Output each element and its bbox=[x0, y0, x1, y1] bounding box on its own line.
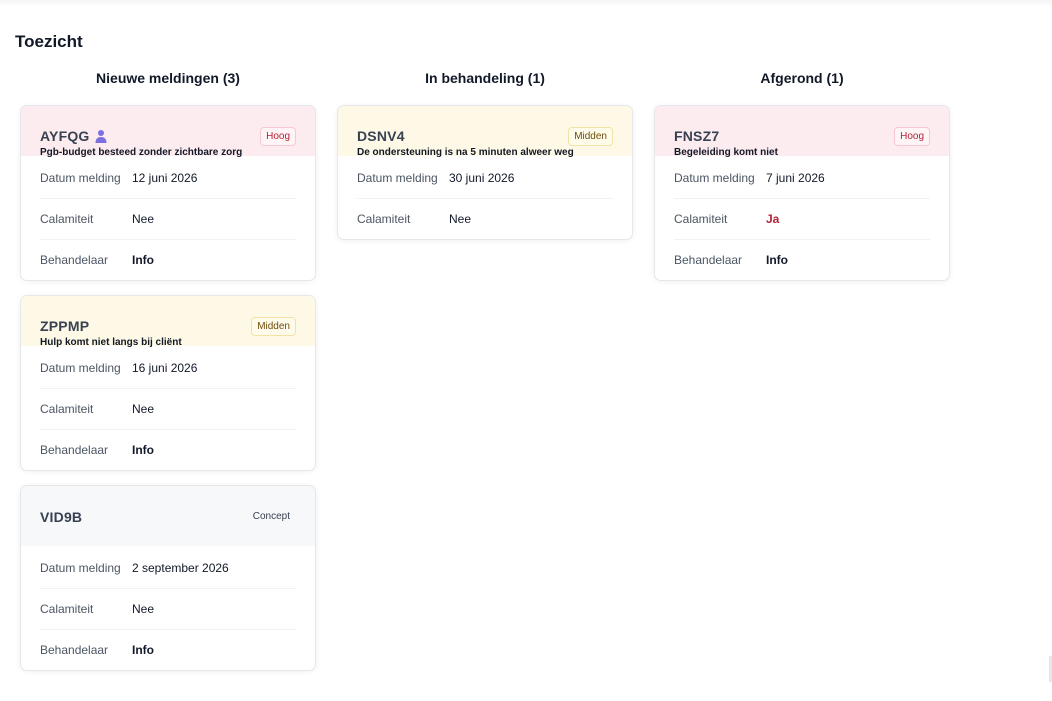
field-label: Calamiteit bbox=[674, 212, 728, 226]
column-afgerond: Afgerond (1) FNSZ7 Begeleiding komt niet… bbox=[654, 68, 950, 295]
card-title: Pgb-budget besteed zonder zichtbare zorg bbox=[40, 147, 243, 158]
field-calamiteit: Calamiteit Ja bbox=[674, 199, 930, 240]
card-header: AYFQG Pgb-budget besteed zonder zichtbar… bbox=[21, 106, 315, 158]
field-behandelaar: Behandelaar Info bbox=[40, 630, 296, 670]
field-behandelaar: Behandelaar Info bbox=[674, 240, 930, 280]
column-in-behandeling: In behandeling (1) DSNV4 De ondersteunin… bbox=[337, 68, 633, 254]
column-nieuwe-meldingen: Nieuwe meldingen (3) AYFQG Pgb-budget be… bbox=[20, 68, 316, 685]
field-value: 2 september 2026 bbox=[132, 561, 229, 575]
field-value: 16 juni 2026 bbox=[132, 361, 198, 375]
field-label: Calamiteit bbox=[40, 212, 94, 226]
priority-badge: Midden bbox=[251, 317, 296, 336]
field-value: Nee bbox=[132, 212, 155, 226]
field-value: Info bbox=[132, 443, 154, 457]
field-datum-melding: Datum melding 12 juni 2026 bbox=[40, 158, 296, 199]
card-code: ZPPMP bbox=[40, 318, 90, 334]
priority-badge: Hoog bbox=[260, 127, 296, 146]
field-calamiteit: Calamiteit Nee bbox=[40, 589, 296, 630]
field-value: Info bbox=[766, 253, 788, 267]
field-label: Datum melding bbox=[674, 171, 755, 185]
status-badge: Concept bbox=[252, 511, 290, 522]
field-value: Info bbox=[132, 253, 154, 267]
field-calamiteit: Calamiteit Nee bbox=[40, 199, 296, 240]
person-icon bbox=[95, 129, 107, 143]
field-label: Datum melding bbox=[40, 561, 121, 575]
field-value: 12 juni 2026 bbox=[132, 171, 198, 185]
card-header: FNSZ7 Begeleiding komt niet Hoog bbox=[655, 106, 949, 158]
priority-badge: Midden bbox=[568, 127, 613, 146]
field-datum-melding: Datum melding 2 september 2026 bbox=[40, 548, 296, 589]
card-title: De ondersteuning is na 5 minuten alweer … bbox=[357, 147, 574, 158]
field-value: 30 juni 2026 bbox=[449, 171, 515, 185]
column-header: In behandeling (1) bbox=[425, 70, 545, 86]
field-datum-melding: Datum melding 7 juni 2026 bbox=[674, 158, 930, 199]
field-label: Behandelaar bbox=[40, 253, 109, 267]
card-code: DSNV4 bbox=[357, 128, 405, 144]
page-title: Toezicht bbox=[15, 32, 83, 51]
field-calamiteit: Calamiteit Nee bbox=[357, 199, 613, 239]
field-label: Calamiteit bbox=[40, 402, 94, 416]
melding-card[interactable]: FNSZ7 Begeleiding komt niet Hoog Datum m… bbox=[654, 105, 950, 281]
card-title: Hulp komt niet langs bij cliënt bbox=[40, 337, 182, 348]
field-value: 7 juni 2026 bbox=[766, 171, 825, 185]
priority-badge: Hoog bbox=[894, 127, 930, 146]
field-calamiteit: Calamiteit Nee bbox=[40, 389, 296, 430]
top-divider bbox=[0, 0, 1052, 6]
field-label: Calamiteit bbox=[357, 212, 411, 226]
card-code: AYFQG bbox=[40, 128, 90, 144]
melding-card[interactable]: DSNV4 De ondersteuning is na 5 minuten a… bbox=[337, 105, 633, 240]
field-value: Nee bbox=[132, 602, 155, 616]
field-label: Calamiteit bbox=[40, 602, 94, 616]
melding-card[interactable]: ZPPMP Hulp komt niet langs bij cliënt Mi… bbox=[20, 295, 316, 471]
field-value: Ja bbox=[766, 212, 780, 226]
card-header: ZPPMP Hulp komt niet langs bij cliënt Mi… bbox=[21, 296, 315, 348]
card-code: FNSZ7 bbox=[674, 128, 720, 144]
column-header: Afgerond (1) bbox=[760, 70, 844, 86]
field-label: Datum melding bbox=[40, 171, 121, 185]
field-value: Nee bbox=[132, 402, 155, 416]
card-code: VID9B bbox=[40, 509, 83, 525]
field-behandelaar: Behandelaar Info bbox=[40, 240, 296, 280]
field-label: Datum melding bbox=[40, 361, 121, 375]
field-behandelaar: Behandelaar Info bbox=[40, 430, 296, 470]
field-label: Behandelaar bbox=[40, 443, 109, 457]
field-datum-melding: Datum melding 30 juni 2026 bbox=[357, 158, 613, 199]
column-header: Nieuwe meldingen (3) bbox=[96, 70, 240, 86]
card-header: DSNV4 De ondersteuning is na 5 minuten a… bbox=[338, 106, 632, 158]
card-title: Begeleiding komt niet bbox=[674, 147, 778, 158]
field-value: Nee bbox=[449, 212, 472, 226]
field-label: Datum melding bbox=[357, 171, 438, 185]
field-label: Behandelaar bbox=[674, 253, 743, 267]
melding-card[interactable]: VID9B Concept Datum melding 2 september … bbox=[20, 485, 316, 671]
field-datum-melding: Datum melding 16 juni 2026 bbox=[40, 348, 296, 389]
field-value: Info bbox=[132, 643, 154, 657]
melding-card[interactable]: AYFQG Pgb-budget besteed zonder zichtbar… bbox=[20, 105, 316, 281]
card-header: VID9B Concept bbox=[21, 486, 315, 546]
field-label: Behandelaar bbox=[40, 643, 109, 657]
